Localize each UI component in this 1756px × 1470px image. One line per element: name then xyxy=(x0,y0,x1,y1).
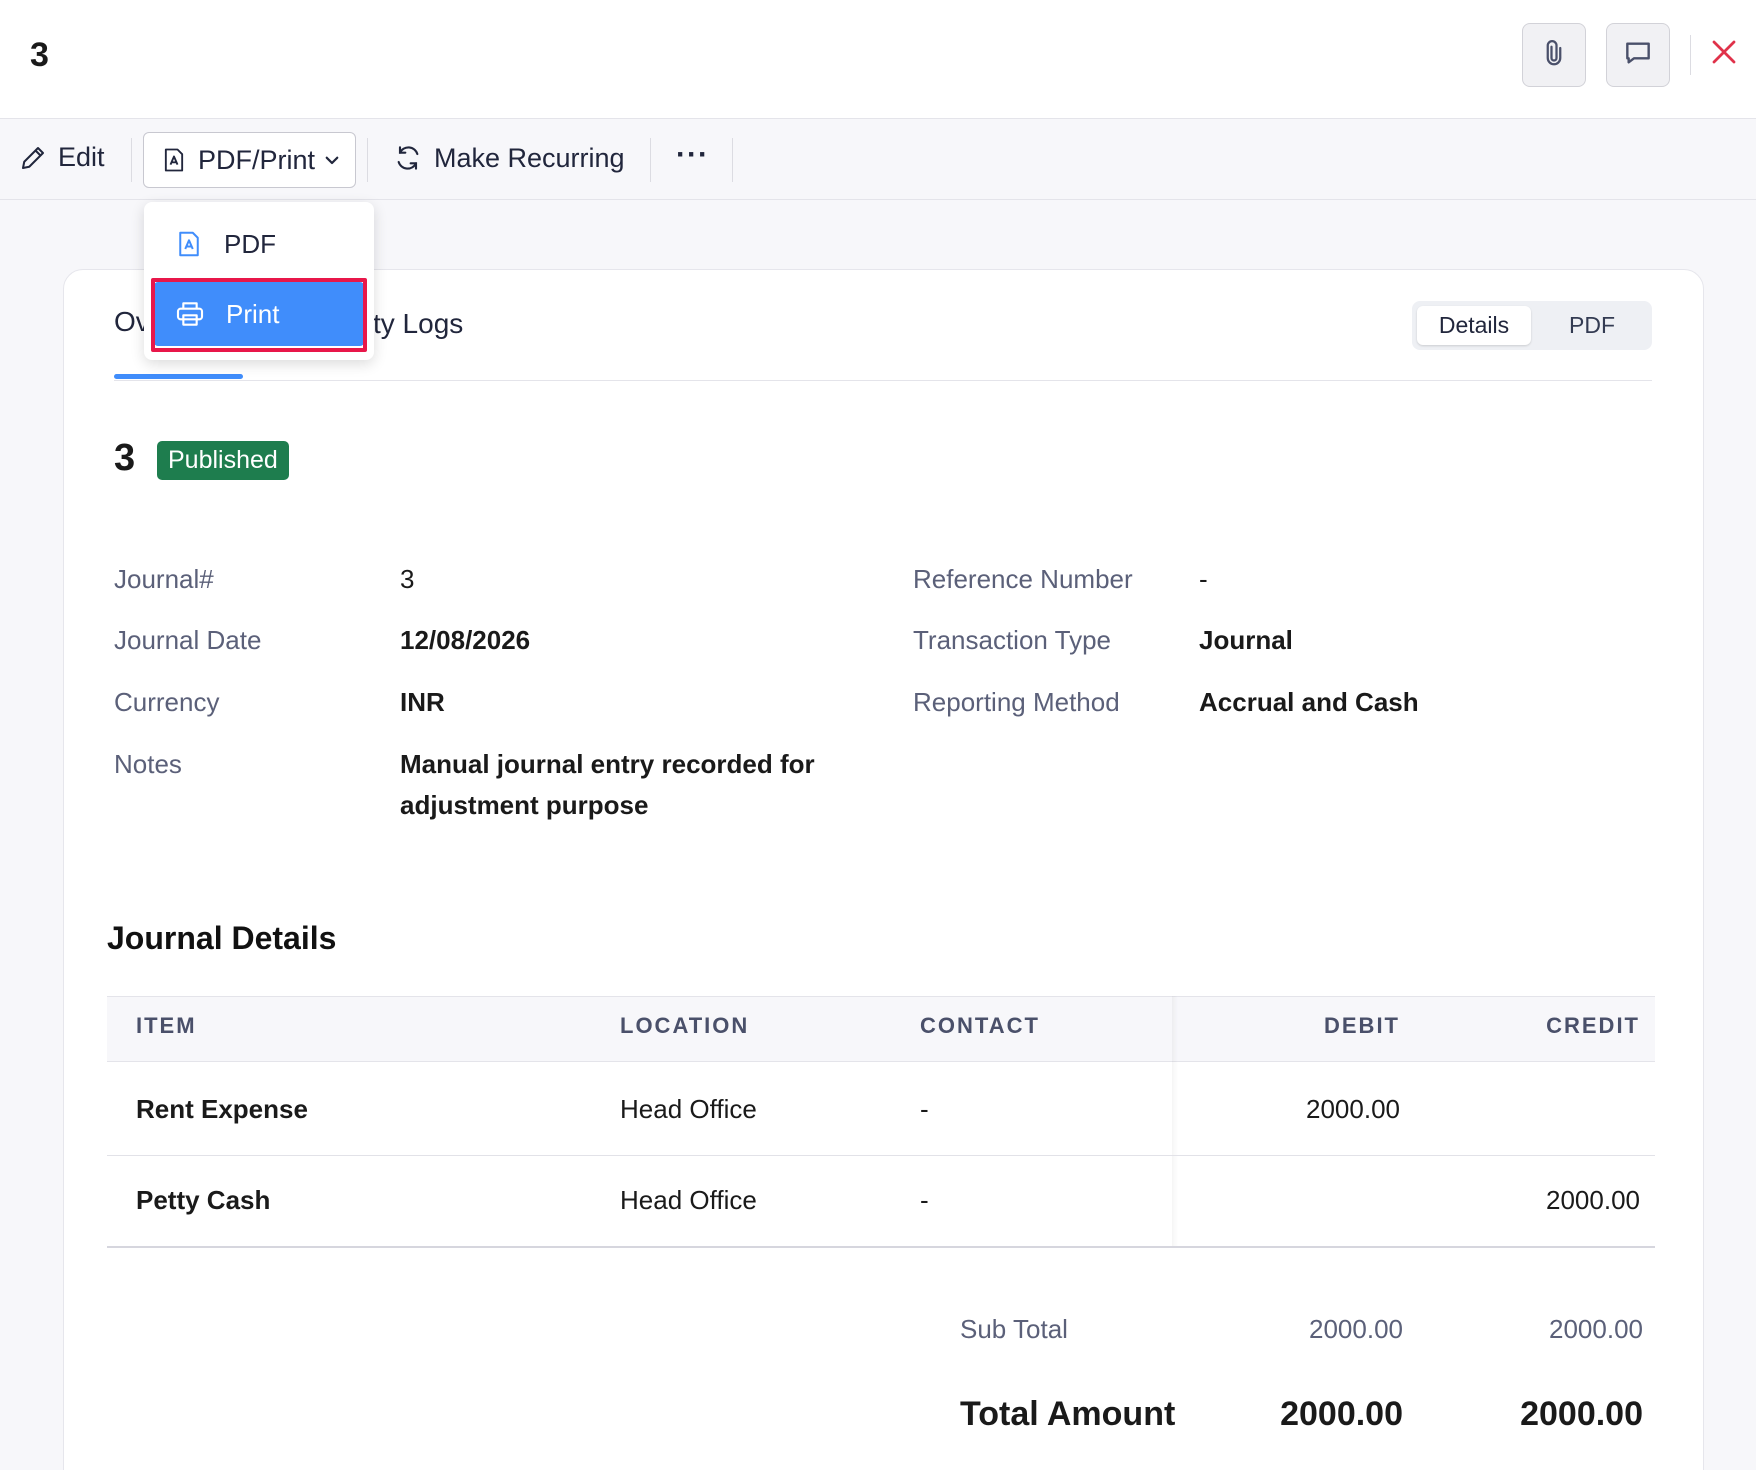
recurring-icon xyxy=(392,142,424,174)
tab-activity-logs[interactable]: ty Logs xyxy=(373,308,463,340)
currency-value: INR xyxy=(400,687,445,717)
details-toggle[interactable]: Details xyxy=(1417,306,1531,345)
transaction-type-label: Transaction Type xyxy=(913,625,1111,655)
pdf-icon xyxy=(174,229,204,259)
table-header xyxy=(107,996,1655,1062)
edit-button[interactable]: Edit xyxy=(18,142,105,173)
title-bar: 3 xyxy=(0,0,1756,119)
more-actions-button[interactable]: ··· xyxy=(676,138,709,172)
row-1-location: Head Office xyxy=(620,1094,757,1124)
pdf-print-dropdown-button[interactable]: PDF/Print xyxy=(143,132,356,188)
journal-date-value: 12/08/2026 xyxy=(400,625,531,655)
notes-label: Notes xyxy=(114,749,182,779)
toolbar-divider xyxy=(650,138,651,182)
attachment-button[interactable] xyxy=(1522,23,1586,87)
view-toggle: Details PDF xyxy=(1412,301,1652,350)
column-header-location: LOCATION xyxy=(620,1013,750,1038)
toolbar-divider xyxy=(131,138,132,182)
column-header-credit: CREDIT xyxy=(1546,1013,1640,1038)
action-toolbar: Edit PDF/Print Make Recurring ··· xyxy=(0,120,1756,200)
pencil-icon xyxy=(18,143,48,173)
row-2-item: Petty Cash xyxy=(136,1185,271,1215)
print-highlight-box xyxy=(151,278,367,352)
pdf-icon xyxy=(160,146,188,174)
journal-card xyxy=(63,269,1704,1470)
comment-icon xyxy=(1622,37,1654,74)
row-2-contact: - xyxy=(920,1185,929,1215)
transaction-type-value: Journal xyxy=(1199,625,1293,655)
journal-number-label: Journal# xyxy=(114,564,214,594)
total-amount-label: Total Amount xyxy=(960,1395,1176,1433)
journal-number: 3 xyxy=(114,437,136,479)
column-header-contact: CONTACT xyxy=(920,1013,1040,1038)
journal-date-label: Journal Date xyxy=(114,625,262,655)
menu-item-pdf-label: PDF xyxy=(224,228,276,259)
journal-number-value: 3 xyxy=(400,564,415,594)
total-debit: 2000.00 xyxy=(1280,1395,1403,1433)
notes-value-line2: adjustment purpose xyxy=(400,790,649,820)
subtotal-credit: 2000.00 xyxy=(1549,1314,1643,1344)
paperclip-icon xyxy=(1539,38,1569,73)
subtotal-debit: 2000.00 xyxy=(1309,1314,1403,1344)
comments-button[interactable] xyxy=(1606,23,1670,87)
row-1-debit: 2000.00 xyxy=(1306,1094,1400,1124)
column-header-item: ITEM xyxy=(136,1013,197,1038)
edit-label: Edit xyxy=(58,142,105,172)
column-divider-shadow xyxy=(1172,996,1178,1246)
close-icon xyxy=(1709,37,1739,72)
reporting-method-label: Reporting Method xyxy=(913,687,1120,717)
page-title: 3 xyxy=(30,36,49,74)
toolbar-divider xyxy=(367,138,368,182)
header-divider xyxy=(1690,35,1691,75)
row-separator xyxy=(107,1155,1655,1156)
chevron-down-icon xyxy=(323,151,341,169)
make-recurring-button[interactable]: Make Recurring xyxy=(392,142,625,174)
notes-value-line1: Manual journal entry recorded for xyxy=(400,749,815,779)
reference-number-value: - xyxy=(1199,564,1208,594)
make-recurring-label: Make Recurring xyxy=(434,142,625,173)
menu-item-pdf[interactable]: PDF xyxy=(154,212,364,276)
status-badge: Published xyxy=(157,441,289,480)
row-2-credit: 2000.00 xyxy=(1546,1185,1640,1215)
close-button[interactable] xyxy=(1704,34,1744,74)
total-credit: 2000.00 xyxy=(1520,1395,1643,1433)
reference-number-label: Reference Number xyxy=(913,564,1133,594)
row-2-location: Head Office xyxy=(620,1185,757,1215)
column-header-debit: DEBIT xyxy=(1324,1013,1400,1038)
currency-label: Currency xyxy=(114,687,220,717)
active-tab-indicator xyxy=(114,374,243,379)
tabs-divider xyxy=(114,380,1652,381)
subtotal-label: Sub Total xyxy=(960,1314,1068,1344)
table-bottom-border xyxy=(107,1246,1655,1248)
row-1-contact: - xyxy=(920,1094,929,1124)
pdf-toggle[interactable]: PDF xyxy=(1536,306,1648,345)
pdf-print-label: PDF/Print xyxy=(198,144,316,175)
reporting-method-value: Accrual and Cash xyxy=(1199,687,1419,717)
toolbar-divider xyxy=(732,138,733,182)
journal-details-title: Journal Details xyxy=(107,920,337,956)
row-1-item: Rent Expense xyxy=(136,1094,308,1124)
